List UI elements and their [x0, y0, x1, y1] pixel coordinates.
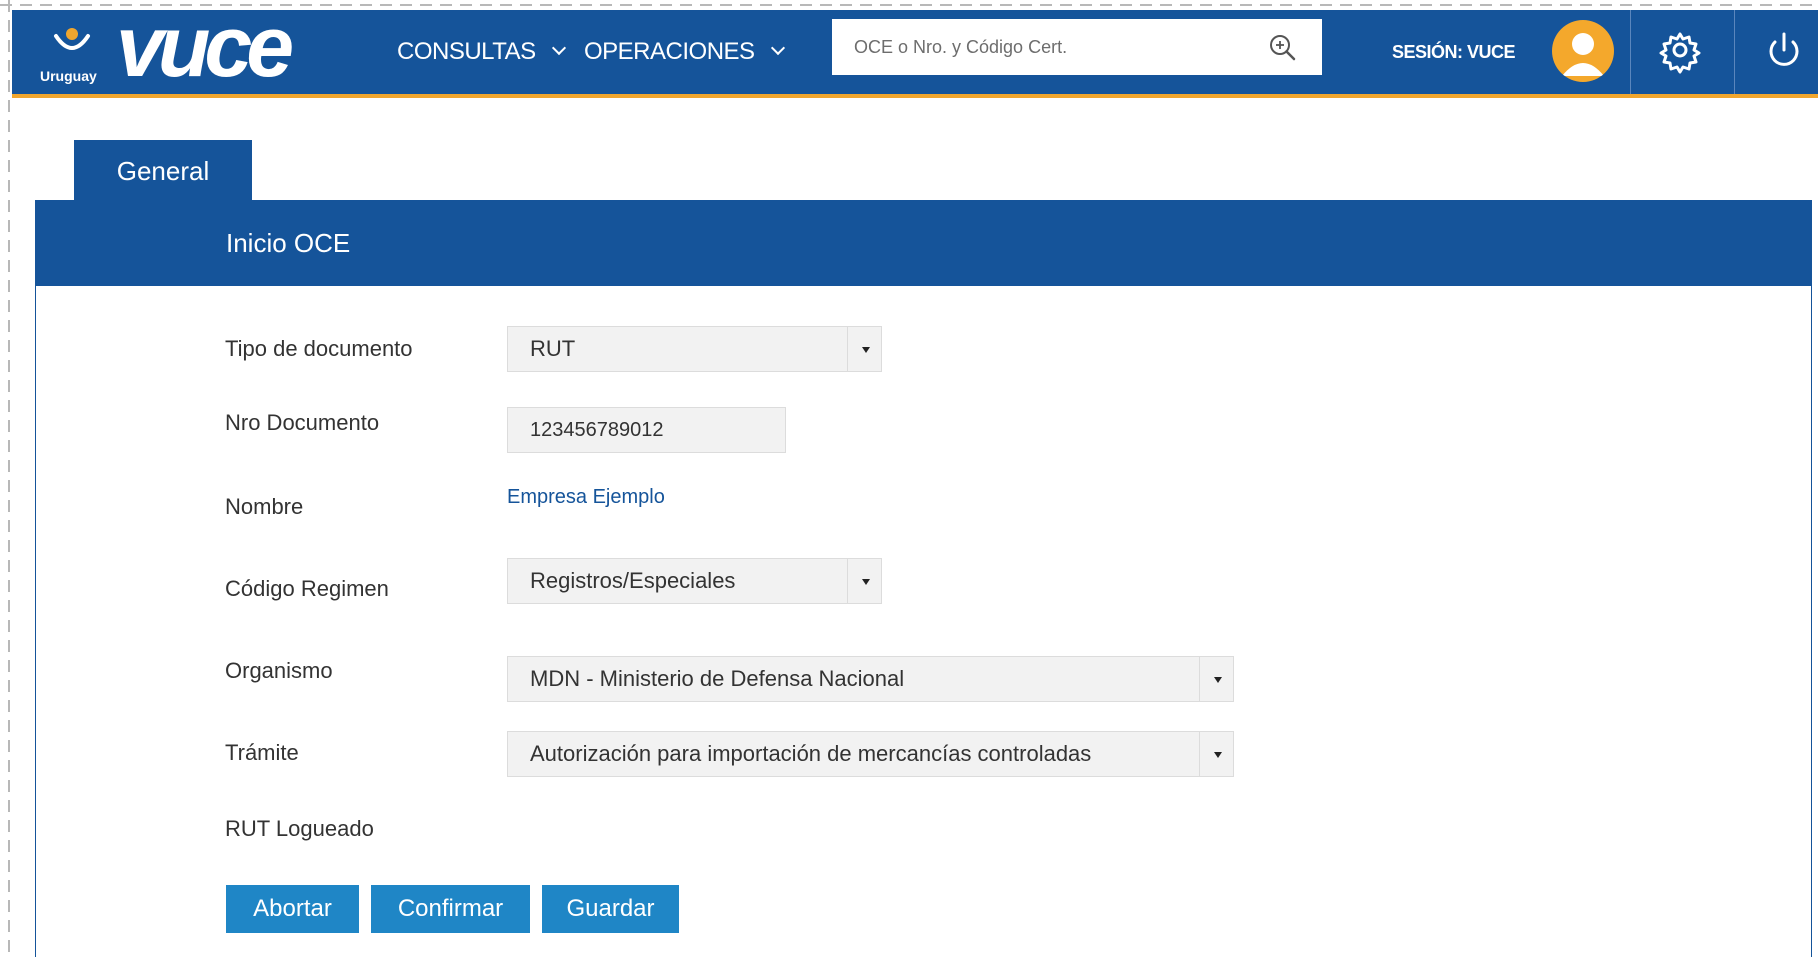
session-label: SESIÓN: VUCE: [1392, 41, 1516, 62]
organismo-value: MDN - Ministerio de Defensa Nacional: [530, 666, 905, 691]
organismo-select[interactable]: MDN - Ministerio de Defensa Nacional: [507, 656, 1234, 702]
header-divider: [1630, 10, 1631, 94]
nro-documento-label: Nro Documento: [225, 410, 380, 435]
panel-header: Inicio OCE: [36, 200, 1811, 286]
dropdown-arrow-icon: [847, 559, 881, 603]
search-box: [832, 19, 1322, 75]
zoom-in-icon[interactable]: [1268, 33, 1296, 61]
search-input[interactable]: [832, 19, 1252, 75]
guardar-button[interactable]: Guardar: [542, 885, 679, 933]
codigo-regimen-select[interactable]: Registros/Especiales: [507, 558, 882, 604]
tipo-documento-label: Tipo de documento: [225, 336, 413, 361]
avatar-icon[interactable]: [1552, 20, 1614, 82]
nro-documento-input[interactable]: [507, 407, 786, 453]
dropdown-arrow-icon: [1199, 732, 1233, 776]
nombre-label: Nombre: [225, 494, 304, 519]
capture-frame-left: [0, 0, 12, 957]
dropdown-arrow-icon: [847, 327, 881, 371]
chevron-down-icon: [551, 40, 566, 56]
panel-title: Inicio OCE: [226, 227, 351, 258]
logo-country-label: Uruguay: [40, 68, 97, 84]
confirmar-button[interactable]: Confirmar: [371, 885, 530, 933]
tab-general-label: General: [116, 155, 210, 186]
power-icon[interactable]: [1760, 26, 1808, 74]
nombre-value: Empresa Ejemplo: [507, 486, 665, 508]
menu-operaciones[interactable]: OPERACIONES: [584, 10, 785, 94]
menu-operaciones-label: OPERACIONES: [584, 38, 755, 65]
gear-icon[interactable]: [1656, 26, 1704, 74]
codigo-regimen-value: Registros/Especiales: [530, 568, 736, 593]
chevron-down-icon: [770, 40, 785, 56]
tipo-documento-select[interactable]: RUT: [507, 326, 882, 372]
tramite-label: Trámite: [225, 740, 299, 765]
menu-consultas-label: CONSULTAS: [397, 38, 536, 65]
header-divider: [1734, 10, 1735, 94]
user-silhouette-icon: [1562, 33, 1604, 76]
dropdown-arrow-icon: [1199, 657, 1233, 701]
top-navigation-bar: Uruguay vuce CONSULTAS OPERACIONES SESIÓ…: [12, 4, 1818, 98]
tramite-select[interactable]: Autorización para importación de mercanc…: [507, 731, 1234, 777]
vuce-logo[interactable]: Uruguay vuce: [30, 4, 300, 92]
logo-wordmark: vuce: [116, 0, 294, 95]
sun-emblem-icon: [54, 28, 90, 50]
tramite-value: Autorización para importación de mercanc…: [530, 741, 1092, 766]
tipo-documento-value: RUT: [530, 336, 576, 361]
codigo-regimen-label: Código Regimen: [225, 576, 389, 601]
abortar-button[interactable]: Abortar: [226, 885, 359, 933]
tab-general[interactable]: General: [74, 140, 252, 202]
menu-consultas[interactable]: CONSULTAS: [397, 10, 566, 94]
organismo-label: Organismo: [225, 658, 333, 683]
rut-logueado-label: RUT Logueado: [225, 816, 374, 841]
